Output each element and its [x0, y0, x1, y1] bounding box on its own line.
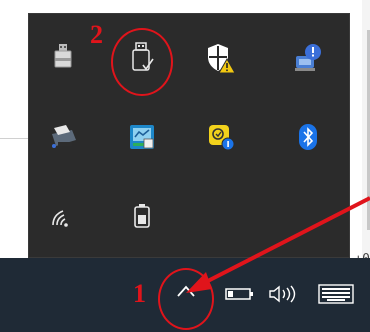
annotation-number-two: 2 [90, 20, 103, 49]
annotation-number-one: 1 [133, 279, 146, 308]
annotation-circle-safely-remove [111, 28, 173, 96]
windows-security-warning-icon[interactable] [201, 38, 241, 78]
desktop-divider [0, 138, 30, 139]
battery-device-icon[interactable] [122, 196, 162, 236]
volume-icon[interactable] [266, 284, 300, 304]
notification-badge-icon[interactable] [201, 117, 241, 157]
printer-icon[interactable] [43, 117, 83, 157]
battery-icon[interactable] [222, 286, 256, 302]
tray-overflow-flyout [28, 13, 350, 258]
bluetooth-icon[interactable] [288, 117, 328, 157]
annotation-circle-chevron [158, 268, 214, 330]
usb-device-icon[interactable] [43, 38, 83, 78]
network-update-icon[interactable] [288, 38, 328, 78]
wifi-icon[interactable] [43, 196, 83, 236]
touch-keyboard-icon[interactable] [316, 282, 356, 306]
network-monitor-icon[interactable] [122, 117, 162, 157]
